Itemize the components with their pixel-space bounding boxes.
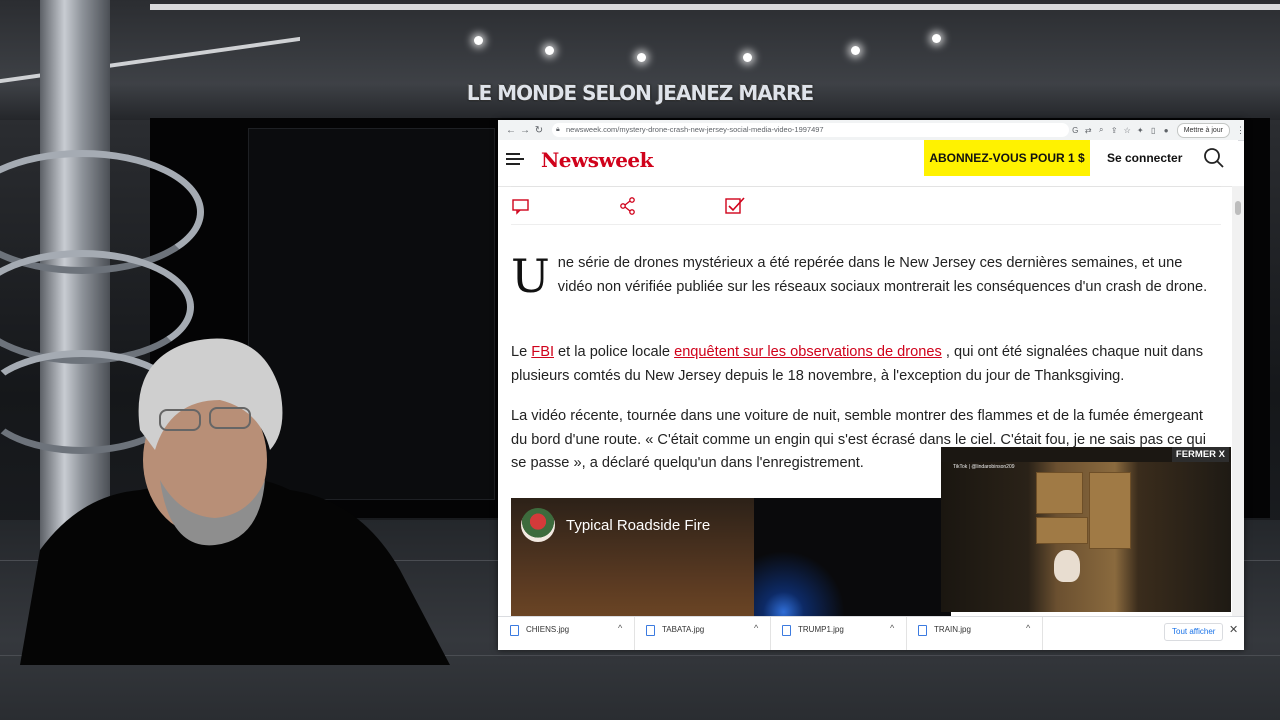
download-item[interactable]: TRAIN.jpg ^ (906, 617, 1043, 650)
ceiling-beam (150, 4, 1280, 10)
show-title: LE MONDE SELON JEANEZ MARRE (466, 81, 814, 105)
file-icon (782, 625, 791, 636)
file-icon (918, 625, 927, 636)
divider (511, 224, 1221, 225)
forward-icon[interactable]: → (518, 125, 532, 136)
translate-icon[interactable]: ⇄ (1082, 126, 1095, 135)
zoom-icon[interactable]: ⌕ (1095, 125, 1108, 135)
login-link[interactable]: Se connecter (1107, 140, 1182, 176)
drone-investigation-link[interactable]: enquêtent sur les observations de drones (674, 344, 942, 360)
download-item[interactable]: CHIENS.jpg ^ (498, 617, 635, 650)
chevron-up-icon[interactable]: ^ (890, 623, 894, 633)
article-paragraph-2: Le FBI et la police locale enquêtent sur… (511, 344, 1204, 384)
file-icon (646, 625, 655, 636)
close-icon[interactable]: ✕ (1229, 623, 1238, 636)
browser-window: ← → ↻ 🔒︎ newsweek.com/mystery-drone-cras… (498, 120, 1244, 650)
extensions-icon[interactable]: ✦ (1134, 126, 1147, 135)
search-icon[interactable] (1202, 146, 1226, 170)
stage-spotlight (474, 36, 483, 45)
download-item[interactable]: TRUMP1.jpg ^ (770, 617, 907, 650)
stage-spotlight (545, 46, 554, 55)
back-icon[interactable]: ← (504, 125, 518, 136)
subscribe-button[interactable]: ABONNEZ-VOUS POUR 1 $ (924, 140, 1090, 176)
star-icon[interactable]: ☆ (1121, 126, 1134, 135)
kitchen-cabinet (1036, 472, 1083, 514)
stage-spotlight (932, 34, 941, 43)
presenter-webcam (20, 338, 450, 665)
stage-spotlight (637, 53, 646, 62)
stage-spotlight (743, 53, 752, 62)
share-icon[interactable]: ⇪ (1108, 126, 1121, 135)
hamburger-menu-icon[interactable] (506, 152, 526, 171)
scroll-thumb[interactable] (1235, 201, 1241, 215)
close-video-button[interactable]: FERMER X (1171, 447, 1229, 462)
download-bar: CHIENS.jpg ^ TABATA.jpg ^ TRUMP1.jpg ^ T… (498, 616, 1244, 650)
file-icon (510, 625, 519, 636)
reload-icon[interactable]: ↻ (532, 125, 546, 136)
floating-video-frame[interactable]: TikTok | @lindarobinson209 (941, 462, 1231, 612)
sidepanel-icon[interactable]: ▯ (1147, 126, 1160, 135)
lock-icon: 🔒︎ (556, 126, 560, 133)
newsweek-logo[interactable]: Newsweek (541, 148, 654, 172)
chevron-up-icon[interactable]: ^ (618, 623, 622, 633)
save-article-icon[interactable] (724, 196, 746, 218)
download-item[interactable]: TABATA.jpg ^ (634, 617, 771, 650)
channel-avatar[interactable] (521, 508, 555, 542)
site-header: Newsweek ABONNEZ-VOUS POUR 1 $ Se connec… (498, 140, 1238, 187)
profile-icon[interactable]: ● (1160, 126, 1173, 135)
menu-icon[interactable]: ⋮ (1236, 125, 1244, 136)
url-field[interactable]: 🔒︎ newsweek.com/mystery-drone-crash-new-… (552, 123, 1069, 137)
embedded-video[interactable]: Typical Roadside Fire (511, 498, 951, 616)
article-paragraph-1: Une série de drones mystérieux a été rep… (511, 249, 1208, 303)
video-frame (754, 498, 951, 616)
divider (511, 186, 1221, 187)
chevron-up-icon[interactable]: ^ (1026, 623, 1030, 633)
video-source-tag: TikTok | @lindarobinson209 (953, 464, 1015, 470)
stage-spotlight (851, 46, 860, 55)
video-title[interactable]: Typical Roadside Fire (566, 517, 710, 534)
page-scrollbar[interactable] (1232, 186, 1244, 616)
kitchen-cabinet (1036, 517, 1088, 544)
kitchen-cabinet (1089, 472, 1131, 549)
address-bar: ← → ↻ 🔒︎ newsweek.com/mystery-drone-cras… (498, 120, 1244, 141)
chevron-up-icon[interactable]: ^ (754, 623, 758, 633)
floating-video-player[interactable]: FERMER X TikTok | @lindarobinson209 (941, 447, 1231, 612)
share-article-icon[interactable] (618, 196, 640, 218)
dog-figure (1054, 550, 1080, 582)
drop-cap: U (511, 249, 550, 303)
google-icon[interactable]: G (1069, 126, 1082, 135)
fbi-link[interactable]: FBI (531, 344, 554, 360)
show-all-downloads-button[interactable]: Tout afficher (1164, 623, 1224, 641)
update-button[interactable]: Mettre à jour (1176, 122, 1230, 138)
article-actions (498, 196, 1232, 220)
comment-icon[interactable] (511, 196, 533, 218)
